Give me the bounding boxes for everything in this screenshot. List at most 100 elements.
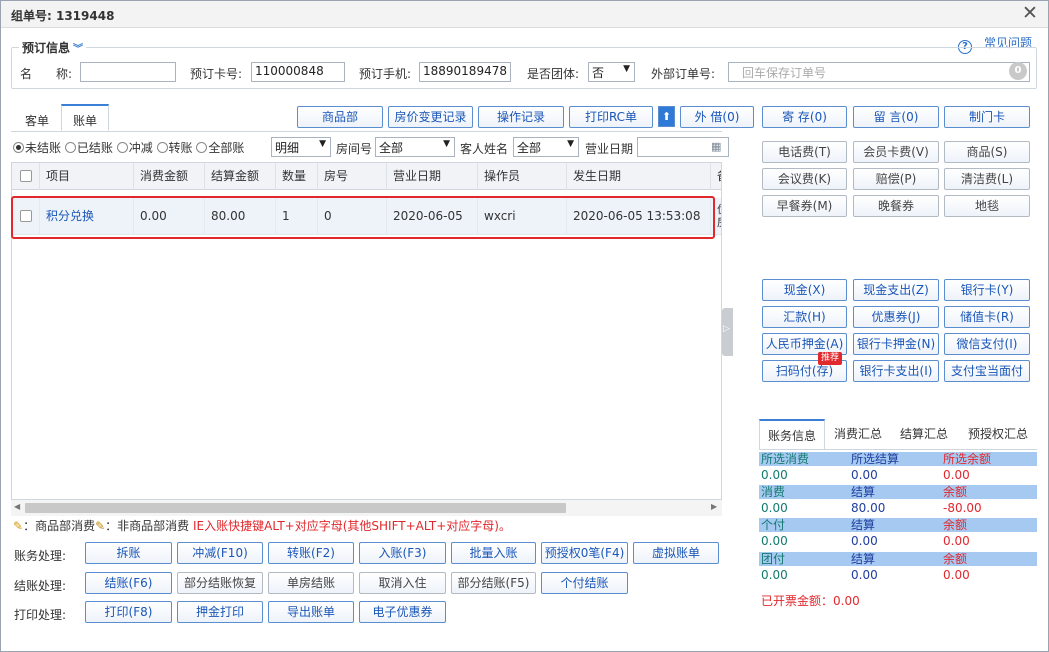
detail-select[interactable]: 明细 ▼ <box>271 137 331 157</box>
ext-order-input[interactable]: 回车保存订单号 <box>728 62 1030 82</box>
phone-input[interactable]: 18890189478 <box>419 62 511 82</box>
horizontal-scrollbar[interactable]: ◀ ▶ <box>11 500 722 516</box>
compensation-button[interactable]: 赔偿(P) <box>853 168 939 190</box>
split-bill-button[interactable]: 拆账 <box>85 542 172 564</box>
tab-preauth-summary[interactable]: 预授权汇总 <box>959 419 1037 449</box>
group-select[interactable]: 否 ▼ <box>588 62 635 82</box>
stored-value-card-button[interactable]: 储值卡(R) <box>944 306 1030 328</box>
account-value: 0.00 <box>851 468 878 482</box>
member-card-fee-button[interactable]: 会员卡费(V) <box>853 141 939 163</box>
print-button[interactable]: 打印(F8) <box>85 601 172 623</box>
meeting-fee-button[interactable]: 会议费(K) <box>762 168 847 190</box>
cancel-checkin-button[interactable]: 取消入住 <box>359 572 446 594</box>
breakfast-coupon-button[interactable]: 早餐券(M) <box>762 195 847 217</box>
col-room[interactable]: 房号 <box>318 163 387 190</box>
post-entry-button[interactable]: 入账(F3) <box>359 542 446 564</box>
col-operator[interactable]: 操作员 <box>478 163 567 190</box>
col-qty[interactable]: 数量 <box>276 163 318 190</box>
radio-transfer[interactable]: 转账 <box>156 141 193 155</box>
bank-card-out-button[interactable]: 银行卡支出(I) <box>853 360 939 382</box>
guest-select[interactable]: 全部 ▼ <box>513 137 579 157</box>
cleaning-fee-button[interactable]: 清洁费(L) <box>944 168 1030 190</box>
select-all-checkbox[interactable] <box>12 163 40 190</box>
calendar-icon[interactable]: ▦ <box>711 140 721 153</box>
account-header-row: 个付 结算 余额 <box>759 518 1037 532</box>
account-value-row: 0.00 0.00 0.00 <box>759 468 1037 482</box>
table-header: 项目 消费金额 结算金额 数量 房号 营业日期 操作员 发生日期 备 <box>12 163 721 190</box>
col-settle[interactable]: 结算金额 <box>205 163 276 190</box>
scroll-right-icon[interactable]: ▶ <box>711 502 717 511</box>
col-occur-date[interactable]: 发生日期 <box>567 163 711 190</box>
radio-label: 转账 <box>168 141 193 155</box>
print-rc-button[interactable]: 打印RC单 <box>569 106 653 128</box>
goods-dept-button[interactable]: 商品部 <box>297 106 383 128</box>
checkout-button[interactable]: 结账(F6) <box>85 572 172 594</box>
lend-button[interactable]: 外 借(0) <box>680 106 754 128</box>
recommend-badge: 推荐 <box>818 352 843 365</box>
single-room-settle-button[interactable]: 单房结账 <box>268 572 354 594</box>
deposit-storage-button[interactable]: 寄 存(0) <box>762 106 847 128</box>
account-process-label: 账务处理: <box>14 549 67 563</box>
non-goods-mark-icon: ✎ <box>95 519 106 533</box>
tab-consume-summary[interactable]: 消费汇总 <box>827 419 889 449</box>
radio-settled[interactable]: 已结账 <box>64 141 113 155</box>
bank-card-button[interactable]: 银行卡(Y) <box>944 279 1030 301</box>
radio-all[interactable]: 全部账 <box>196 141 244 155</box>
cash-button[interactable]: 现金(X) <box>762 279 847 301</box>
ext-order-badge: 0 <box>1009 62 1027 80</box>
phone-fee-button[interactable]: 电话费(T) <box>762 141 847 163</box>
personal-settle-button[interactable]: 个付结账 <box>541 572 628 594</box>
partial-settle-button[interactable]: 部分结账(F5) <box>451 572 536 594</box>
dropdown-arrow-icon: ▼ <box>567 139 574 149</box>
booking-legend-label: 预订信息 <box>22 41 71 55</box>
name-input[interactable] <box>80 62 176 82</box>
partial-restore-button[interactable]: 部分结账恢复 <box>177 572 263 594</box>
panel-toggle-handle[interactable] <box>722 308 733 356</box>
radio-offset[interactable]: 冲减 <box>116 141 153 155</box>
make-door-card-button[interactable]: 制门卡 <box>944 106 1030 128</box>
tab-guest[interactable]: 客单 <box>13 106 61 133</box>
goods-fee-button[interactable]: 商品(S) <box>944 141 1030 163</box>
export-bill-button[interactable]: 导出账单 <box>268 601 354 623</box>
scrollbar-thumb[interactable] <box>25 503 566 513</box>
account-value-row: 0.00 0.00 0.00 <box>759 534 1037 548</box>
upload-arrow-icon[interactable]: ⬆ <box>658 106 675 127</box>
tab-settle-summary[interactable]: 结算汇总 <box>892 419 956 449</box>
room-select[interactable]: 全部 ▼ <box>375 137 455 157</box>
scroll-left-icon[interactable]: ◀ <box>14 502 20 511</box>
alipay-button[interactable]: 支付宝当面付 <box>944 360 1030 382</box>
message-button[interactable]: 留 言(0) <box>853 106 939 128</box>
card-input[interactable]: 110000848 <box>251 62 345 82</box>
card-label: 预订卡号: <box>190 67 243 81</box>
rate-change-log-button[interactable]: 房价变更记录 <box>388 106 473 128</box>
e-coupon-button[interactable]: 电子优惠券 <box>359 601 446 623</box>
preauth-button[interactable]: 预授权0笔(F4) <box>541 542 628 564</box>
col-biz-date[interactable]: 营业日期 <box>387 163 478 190</box>
col-remark[interactable]: 备 <box>711 163 721 190</box>
tab-bill[interactable]: 账单 <box>61 104 109 131</box>
ext-order-label: 外部订单号: <box>651 67 716 81</box>
operation-log-button[interactable]: 操作记录 <box>478 106 564 128</box>
carpet-button[interactable]: 地毯 <box>944 195 1030 217</box>
batch-entry-button[interactable]: 批量入账 <box>451 542 536 564</box>
collapse-arrow-icon[interactable]: ︾ <box>73 44 83 55</box>
radio-unsettled[interactable]: 未结账 <box>13 141 61 155</box>
offset-button[interactable]: 冲减(F10) <box>177 542 263 564</box>
bank-card-deposit-button[interactable]: 银行卡押金(N) <box>853 333 939 355</box>
dropdown-arrow-icon: ▼ <box>443 139 450 149</box>
transfer-button[interactable]: 转账(F2) <box>268 542 354 564</box>
virtual-bill-button[interactable]: 虚拟账单 <box>633 542 719 564</box>
wechat-pay-button[interactable]: 微信支付(I) <box>944 333 1030 355</box>
booking-legend[interactable]: 预订信息 ︾ <box>19 39 87 56</box>
col-item[interactable]: 项目 <box>40 163 134 190</box>
coupon-button[interactable]: 优惠券(J) <box>853 306 939 328</box>
remittance-button[interactable]: 汇款(H) <box>762 306 847 328</box>
cash-out-button[interactable]: 现金支出(Z) <box>853 279 939 301</box>
deposit-print-button[interactable]: 押金打印 <box>177 601 263 623</box>
radio-label: 未结账 <box>25 141 62 155</box>
col-consume[interactable]: 消费金额 <box>134 163 205 190</box>
phone-label: 预订手机: <box>359 67 412 81</box>
close-icon[interactable]: ✕ <box>1022 2 1038 24</box>
dinner-coupon-button[interactable]: 晚餐券 <box>853 195 939 217</box>
tab-account-info[interactable]: 账务信息 <box>759 419 825 449</box>
